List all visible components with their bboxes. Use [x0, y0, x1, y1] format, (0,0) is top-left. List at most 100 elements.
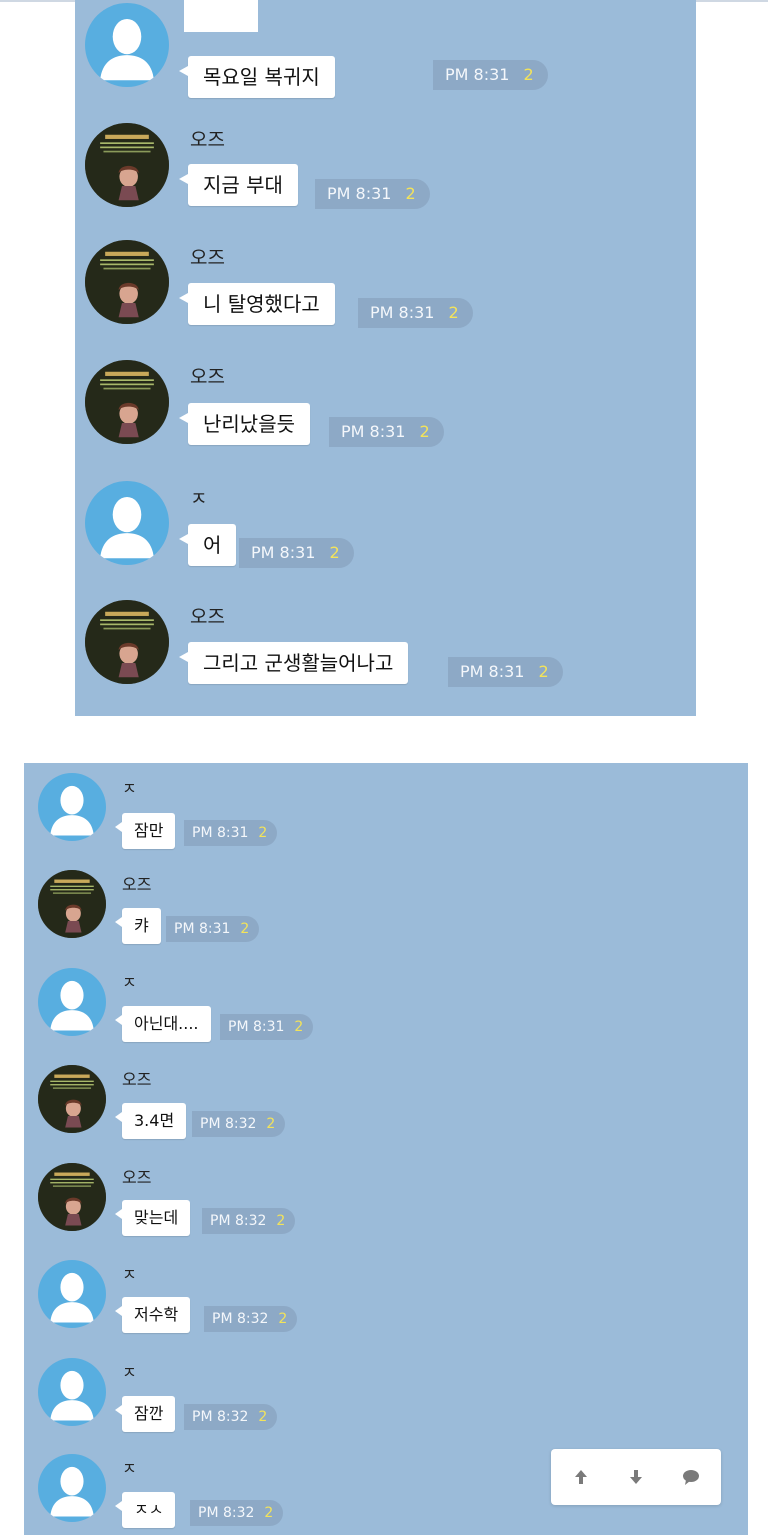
message-time: PM 8:31	[327, 184, 392, 203]
unread-count: 2	[240, 921, 250, 937]
avatar[interactable]	[85, 3, 169, 87]
message-bubble[interactable]: 3.4면	[114, 1103, 187, 1139]
sender-name: 오즈	[190, 247, 225, 269]
avatar[interactable]	[85, 600, 169, 684]
sender-name: 오즈	[122, 1070, 152, 1089]
character-profile-icon	[38, 870, 106, 938]
sender-name: 오즈	[190, 606, 225, 628]
default-profile-icon	[85, 3, 169, 87]
sender-name: ㅈ	[122, 1265, 137, 1284]
avatar[interactable]	[85, 360, 169, 444]
time-pill: PM 8:32 2	[204, 1306, 298, 1332]
sender-name: ㅈ	[122, 1363, 137, 1382]
sender-name: ㅈ	[122, 973, 137, 992]
default-profile-icon	[38, 1260, 106, 1328]
message-bubble[interactable]: 캬	[115, 908, 161, 944]
message-bubble[interactable]: ㅈㅅ	[114, 1492, 176, 1528]
message-time: PM 8:31	[370, 303, 435, 322]
message-time: PM 8:31	[341, 422, 406, 441]
avatar[interactable]	[38, 1454, 106, 1522]
default-profile-icon	[85, 481, 169, 565]
sender-name: 오즈	[190, 366, 225, 388]
unread-count: 2	[523, 65, 534, 84]
chat-bubble-button[interactable]	[663, 1449, 719, 1505]
unread-count: 2	[264, 1505, 274, 1521]
chat-panel-top[interactable]: 목요일 복귀지 PM 8:31 2 오즈 지금 부대 PM 8:31 2 오즈 니 …	[75, 0, 696, 716]
sender-name: ㅈ	[122, 779, 137, 798]
scroll-down-button[interactable]	[608, 1449, 664, 1505]
character-profile-icon	[85, 360, 169, 444]
unread-count: 2	[419, 422, 430, 441]
message-bubble[interactable]: 니 탈영했다고	[179, 283, 335, 325]
unread-count: 2	[448, 303, 459, 322]
chat-panel-bottom[interactable]: ㅈ 잠만 PM 8:31 2 오즈 캬 PM 8:31 2 ㅈ 아닌대.... PM…	[24, 763, 748, 1535]
unread-count: 2	[278, 1311, 288, 1327]
message-time: PM 8:31	[251, 543, 316, 562]
time-pill: PM 8:31 2	[166, 916, 260, 942]
time-pill: PM 8:31 2	[433, 60, 548, 90]
time-pill: PM 8:32 2	[192, 1111, 286, 1137]
sender-name: ㅈ	[190, 488, 208, 510]
message-nav-controls	[551, 1449, 721, 1505]
avatar[interactable]	[85, 481, 169, 565]
avatar[interactable]	[38, 773, 106, 841]
avatar[interactable]	[38, 1163, 106, 1231]
avatar[interactable]	[38, 1358, 106, 1426]
default-profile-icon	[38, 773, 106, 841]
sender-name: 오즈	[190, 129, 225, 151]
arrow-up-icon	[575, 1470, 587, 1484]
message-bubble[interactable]: 지금 부대	[179, 164, 298, 206]
message-bubble[interactable]: 난리났을듯	[179, 403, 310, 445]
message-time: PM 8:31	[192, 825, 249, 841]
message-bubble[interactable]: 그리고 군생활늘어나고	[178, 642, 409, 684]
time-pill: PM 8:32 2	[202, 1208, 296, 1234]
message-time: PM 8:32	[200, 1116, 257, 1132]
avatar[interactable]	[85, 123, 169, 207]
message-bubble[interactable]: 잠만	[114, 813, 176, 849]
default-profile-icon	[38, 1358, 106, 1426]
time-pill: PM 8:31 2	[239, 538, 354, 568]
character-profile-icon	[38, 1065, 106, 1133]
message-time: PM 8:31	[228, 1019, 285, 1035]
time-pill: PM 8:31 2	[329, 417, 444, 447]
time-pill: PM 8:32 2	[184, 1404, 278, 1430]
character-profile-icon	[85, 123, 169, 207]
unread-count: 2	[294, 1019, 304, 1035]
message-bubble[interactable]: 아닌대....	[115, 1006, 211, 1042]
message-time: PM 8:31	[460, 662, 525, 681]
arrow-down-icon	[630, 1470, 642, 1484]
sender-name: 오즈	[122, 875, 152, 894]
message-bubble[interactable]: 어	[178, 524, 237, 566]
sender-name: 오즈	[122, 1168, 152, 1187]
message-bubble[interactable]: 저수학	[114, 1297, 191, 1333]
message-bubble[interactable]: 잠깐	[114, 1396, 176, 1432]
unread-count: 2	[405, 184, 416, 203]
message-time: PM 8:32	[192, 1409, 249, 1425]
unread-count: 2	[266, 1116, 276, 1132]
message-time: PM 8:32	[198, 1505, 255, 1521]
unread-count: 2	[276, 1213, 286, 1229]
character-profile-icon	[85, 240, 169, 324]
character-profile-icon	[85, 600, 169, 684]
scroll-up-button[interactable]	[553, 1449, 609, 1505]
time-pill: PM 8:31 2	[315, 179, 430, 209]
avatar[interactable]	[38, 1260, 106, 1328]
avatar[interactable]	[85, 240, 169, 324]
message-bubble[interactable]: 맞는데	[114, 1200, 191, 1236]
avatar[interactable]	[38, 968, 106, 1036]
avatar[interactable]	[38, 1065, 106, 1133]
message-time: PM 8:32	[210, 1213, 267, 1229]
speech-bubble-icon	[683, 1470, 699, 1485]
character-profile-icon	[38, 1163, 106, 1231]
sender-name: ㅈ	[122, 1459, 137, 1478]
message-time: PM 8:31	[174, 921, 231, 937]
message-bubble[interactable]: 목요일 복귀지	[179, 56, 335, 98]
time-pill: PM 8:31 2	[184, 820, 278, 846]
time-pill: PM 8:31 2	[220, 1014, 314, 1040]
message-time: PM 8:32	[212, 1311, 269, 1327]
unread-count: 2	[258, 1409, 268, 1425]
time-pill: PM 8:31 2	[358, 298, 473, 328]
default-profile-icon	[38, 968, 106, 1036]
avatar[interactable]	[38, 870, 106, 938]
unread-count: 2	[538, 662, 549, 681]
